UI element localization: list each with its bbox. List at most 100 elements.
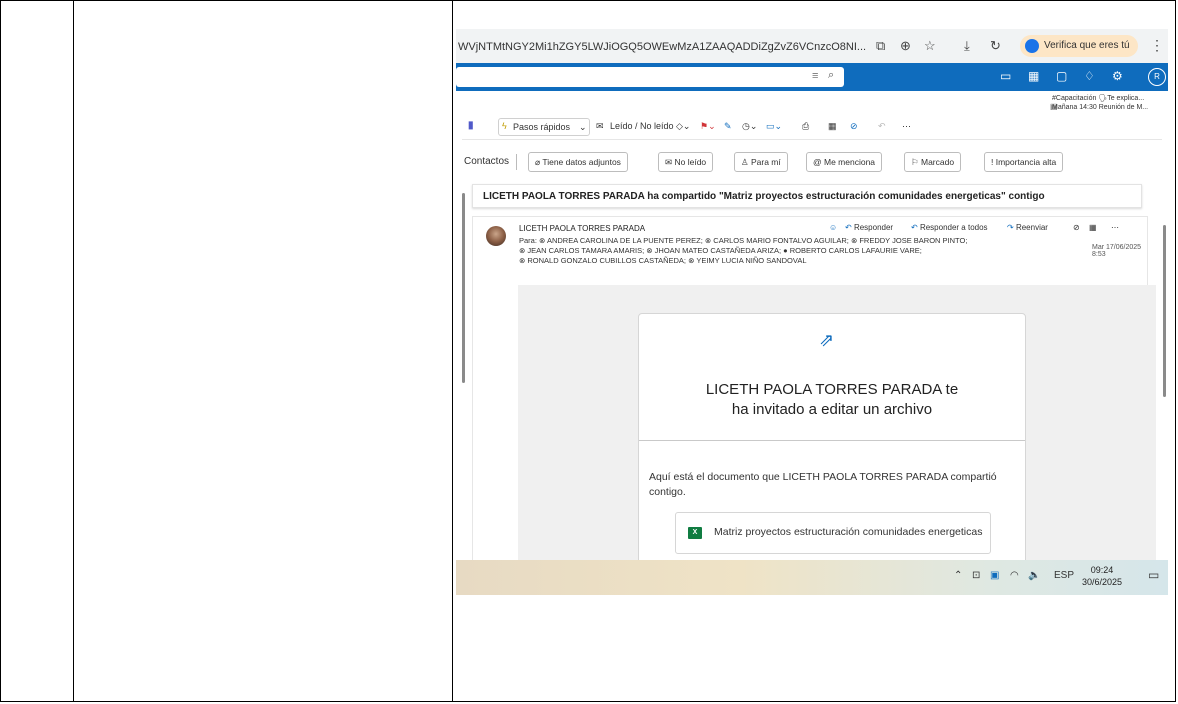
sender-avatar[interactable] xyxy=(486,226,506,246)
reply-icon: ↶ xyxy=(845,223,854,232)
verify-label: Verifica que eres tú xyxy=(1044,40,1130,51)
at-icon: @ xyxy=(813,157,824,167)
clock-icon[interactable]: ◷⌄ xyxy=(742,121,757,132)
meet-icon[interactable]: ▭ xyxy=(1000,69,1011,83)
reminder-line-1: #Capacitación 🗣Te explica... xyxy=(1052,95,1145,102)
screenshot: WVjNTMtNGY2Mi1hZGY5LWJiOGQ5OWEwMzA1ZAAQA… xyxy=(456,29,1168,595)
recipients-line-2: ⊗ JEAN CARLOS TAMARA AMARIS; ⊗ JHOAN MAT… xyxy=(519,246,922,255)
avatar[interactable]: R xyxy=(1148,68,1166,86)
download-icon[interactable]: ⤓ xyxy=(964,38,970,54)
message-list-scrollbar[interactable] xyxy=(462,193,465,383)
address-bar[interactable]: WVjNTMtNGY2Mi1hZGY5LWJiOGQ5OWEwMzA1ZAAQA… xyxy=(458,41,866,53)
language-indicator[interactable]: ESP xyxy=(1054,570,1074,581)
recipients: Para: ⊗ ANDREA CAROLINA DE LA PUENTE PER… xyxy=(519,236,967,266)
forward-icon: ↷ xyxy=(1007,223,1016,232)
teams-tray-icon[interactable]: ▣ xyxy=(990,570,999,581)
share-card-title: LICETH PAOLA TORRES PARADA te ha invitad… xyxy=(639,380,1025,420)
reply-button[interactable]: ↶ Responder xyxy=(845,223,893,232)
emoji-icon[interactable]: ☺ xyxy=(829,223,837,232)
notification-icon[interactable]: ▭ xyxy=(1148,568,1159,582)
speaker-icon[interactable]: 🔈 xyxy=(1028,570,1040,581)
search-input[interactable]: ≡ ⌕ xyxy=(456,67,844,87)
message-subject: LICETH PAOLA TORRES PARADA ha compartido… xyxy=(472,184,1142,208)
chevron-up-icon[interactable]: ⌃ xyxy=(954,570,962,581)
flagged-filter[interactable]: ⚐ Marcado xyxy=(904,152,962,172)
history-icon[interactable]: ↻ xyxy=(990,38,1001,54)
zoom-icon[interactable]: ⊕ xyxy=(900,38,911,54)
more-options-icon[interactable]: ⋯ xyxy=(902,121,911,132)
reply-label: Responder xyxy=(853,223,894,232)
clock-time: 09:24 xyxy=(1090,565,1114,575)
browser-toolbar: WVjNTMtNGY2Mi1hZGY5LWJiOGQ5OWEwMzA1ZAAQA… xyxy=(456,29,1168,63)
reply-all-icon: ↶ xyxy=(911,223,920,232)
filter-bar: Contactos ⌀ Tiene datos adjuntos ✉ No le… xyxy=(456,149,1168,175)
share-card: ⇗ LICETH PAOLA TORRES PARADA te ha invit… xyxy=(638,313,1026,595)
mentions-label: Me menciona xyxy=(824,157,876,167)
gear-icon[interactable]: ⚙ xyxy=(1112,69,1123,83)
loop-icon[interactable]: ⊘ xyxy=(850,121,858,132)
taskbar: ⌃ ⊡ ▣ ◠ 🔈 ESP 09:24 30/6/2025 ▭ xyxy=(456,560,1168,595)
flag-icon[interactable]: ⚑⌄ xyxy=(700,121,716,132)
message-date: Mar 17/06/2025 8:53 xyxy=(1092,244,1142,258)
attachments-label: Tiene datos adjuntos xyxy=(542,157,621,167)
ribbon-toolbar: ▮ ϟ Pasos rápidos ⌄ ✉ Leído / No leído ◇… xyxy=(462,117,1162,140)
quick-steps-button[interactable]: ϟ Pasos rápidos ⌄ xyxy=(498,118,590,136)
pin-icon[interactable]: ✎ xyxy=(724,121,732,132)
calendar-icon[interactable]: ▦ xyxy=(1028,69,1039,83)
attachments-filter[interactable]: ⌀ Tiene datos adjuntos xyxy=(528,152,628,172)
flagged-label: Marcado xyxy=(920,157,955,167)
outlook-header: ≡ ⌕ ▭ ▦ ▢ ♢ ⚙ R xyxy=(456,63,1168,91)
share-card-title-line-1: LICETH PAOLA TORRES PARADA te xyxy=(705,381,959,398)
to-me-label: Para mí xyxy=(750,157,781,167)
flag-icon: ⚐ xyxy=(911,157,921,167)
unread-label: No leído xyxy=(674,157,707,167)
reminder[interactable]: #Capacitación 🗣Te explica... Mañana 14:3… xyxy=(1052,94,1148,112)
message-pane: LICETH PAOLA TORRES PARADA ☺ ↶ Responder… xyxy=(472,216,1156,595)
clock[interactable]: 09:24 30/6/2025 xyxy=(1082,564,1122,588)
bell-icon[interactable]: ♢ xyxy=(1084,69,1095,83)
share-card-title-line-2: ha invitado a editar un archivo xyxy=(731,401,933,418)
search-icon[interactable]: ⌕ xyxy=(828,69,834,82)
divider xyxy=(516,154,517,170)
undo-icon[interactable]: ↶ xyxy=(878,121,886,132)
more-icon[interactable]: ⋮ xyxy=(1150,37,1164,54)
mentions-filter[interactable]: @ Me menciona xyxy=(806,152,883,172)
forward-button[interactable]: ↷ Reenviar xyxy=(1007,223,1048,232)
teams-icon[interactable]: ▮ xyxy=(468,120,474,131)
read-unread-button[interactable]: Leído / No leído xyxy=(610,121,674,131)
sender-name[interactable]: LICETH PAOLA TORRES PARADA xyxy=(519,224,645,233)
reply-all-button[interactable]: ↶ Responder a todos xyxy=(911,223,988,232)
app-tray-icon[interactable]: ⊡ xyxy=(972,570,980,581)
star-icon[interactable]: ☆ xyxy=(924,38,936,54)
more-actions-icon[interactable]: ⋯ xyxy=(1111,223,1119,232)
to-me-filter[interactable]: ♙ Para mí xyxy=(734,152,788,172)
share-card-text: Aquí está el documento que LICETH PAOLA … xyxy=(649,471,997,498)
recipients-line-1: Para: ⊗ ANDREA CAROLINA DE LA PUENTE PER… xyxy=(519,236,968,245)
clock-date: 30/6/2025 xyxy=(1082,577,1123,587)
unread-filter[interactable]: ✉ No leído xyxy=(658,152,714,172)
print-icon[interactable]: ⎙ xyxy=(802,121,809,132)
view-icon[interactable]: ▦ xyxy=(828,121,837,132)
reminder-line-2: Mañana 14:30 Reunión de M... xyxy=(1052,104,1149,111)
share-icon: ⇗ xyxy=(819,330,835,350)
high-importance-filter[interactable]: ! Importancia alta xyxy=(984,152,1064,172)
apps-icon[interactable]: ▦ xyxy=(1089,223,1097,232)
reading-pane-scrollbar[interactable] xyxy=(1163,225,1166,397)
loop-icon[interactable]: ⊘ xyxy=(1073,223,1080,232)
cast-icon[interactable]: ⧉ xyxy=(876,38,885,54)
recipients-line-3: ⊗ RONALD GONZALO CUBILLOS CASTAÑEDA; ⊗ Y… xyxy=(519,256,807,265)
share-card-header: ⇗ LICETH PAOLA TORRES PARADA te ha invit… xyxy=(639,314,1025,441)
chevron-down-icon: ⌄ xyxy=(579,122,587,132)
quick-steps-label: Pasos rápidos xyxy=(513,122,571,132)
rules-icon[interactable]: ▭⌄ xyxy=(766,121,782,132)
verify-button[interactable]: Verifica que eres tú xyxy=(1020,35,1138,57)
tag-icon[interactable]: ◇⌄ xyxy=(676,121,690,132)
wifi-icon[interactable]: ◠ xyxy=(1010,570,1019,581)
shared-file-name: Matriz proyectos estructuración comunida… xyxy=(714,526,983,538)
shared-file-link[interactable]: X Matriz proyectos estructuración comuni… xyxy=(675,512,991,554)
table-column-divider xyxy=(452,1,453,701)
filter-icon[interactable]: ≡ xyxy=(812,70,818,82)
chat-icon[interactable]: ▢ xyxy=(1056,69,1067,83)
contacts-filter[interactable]: Contactos xyxy=(464,156,509,167)
forward-label: Reenviar xyxy=(1015,223,1048,232)
